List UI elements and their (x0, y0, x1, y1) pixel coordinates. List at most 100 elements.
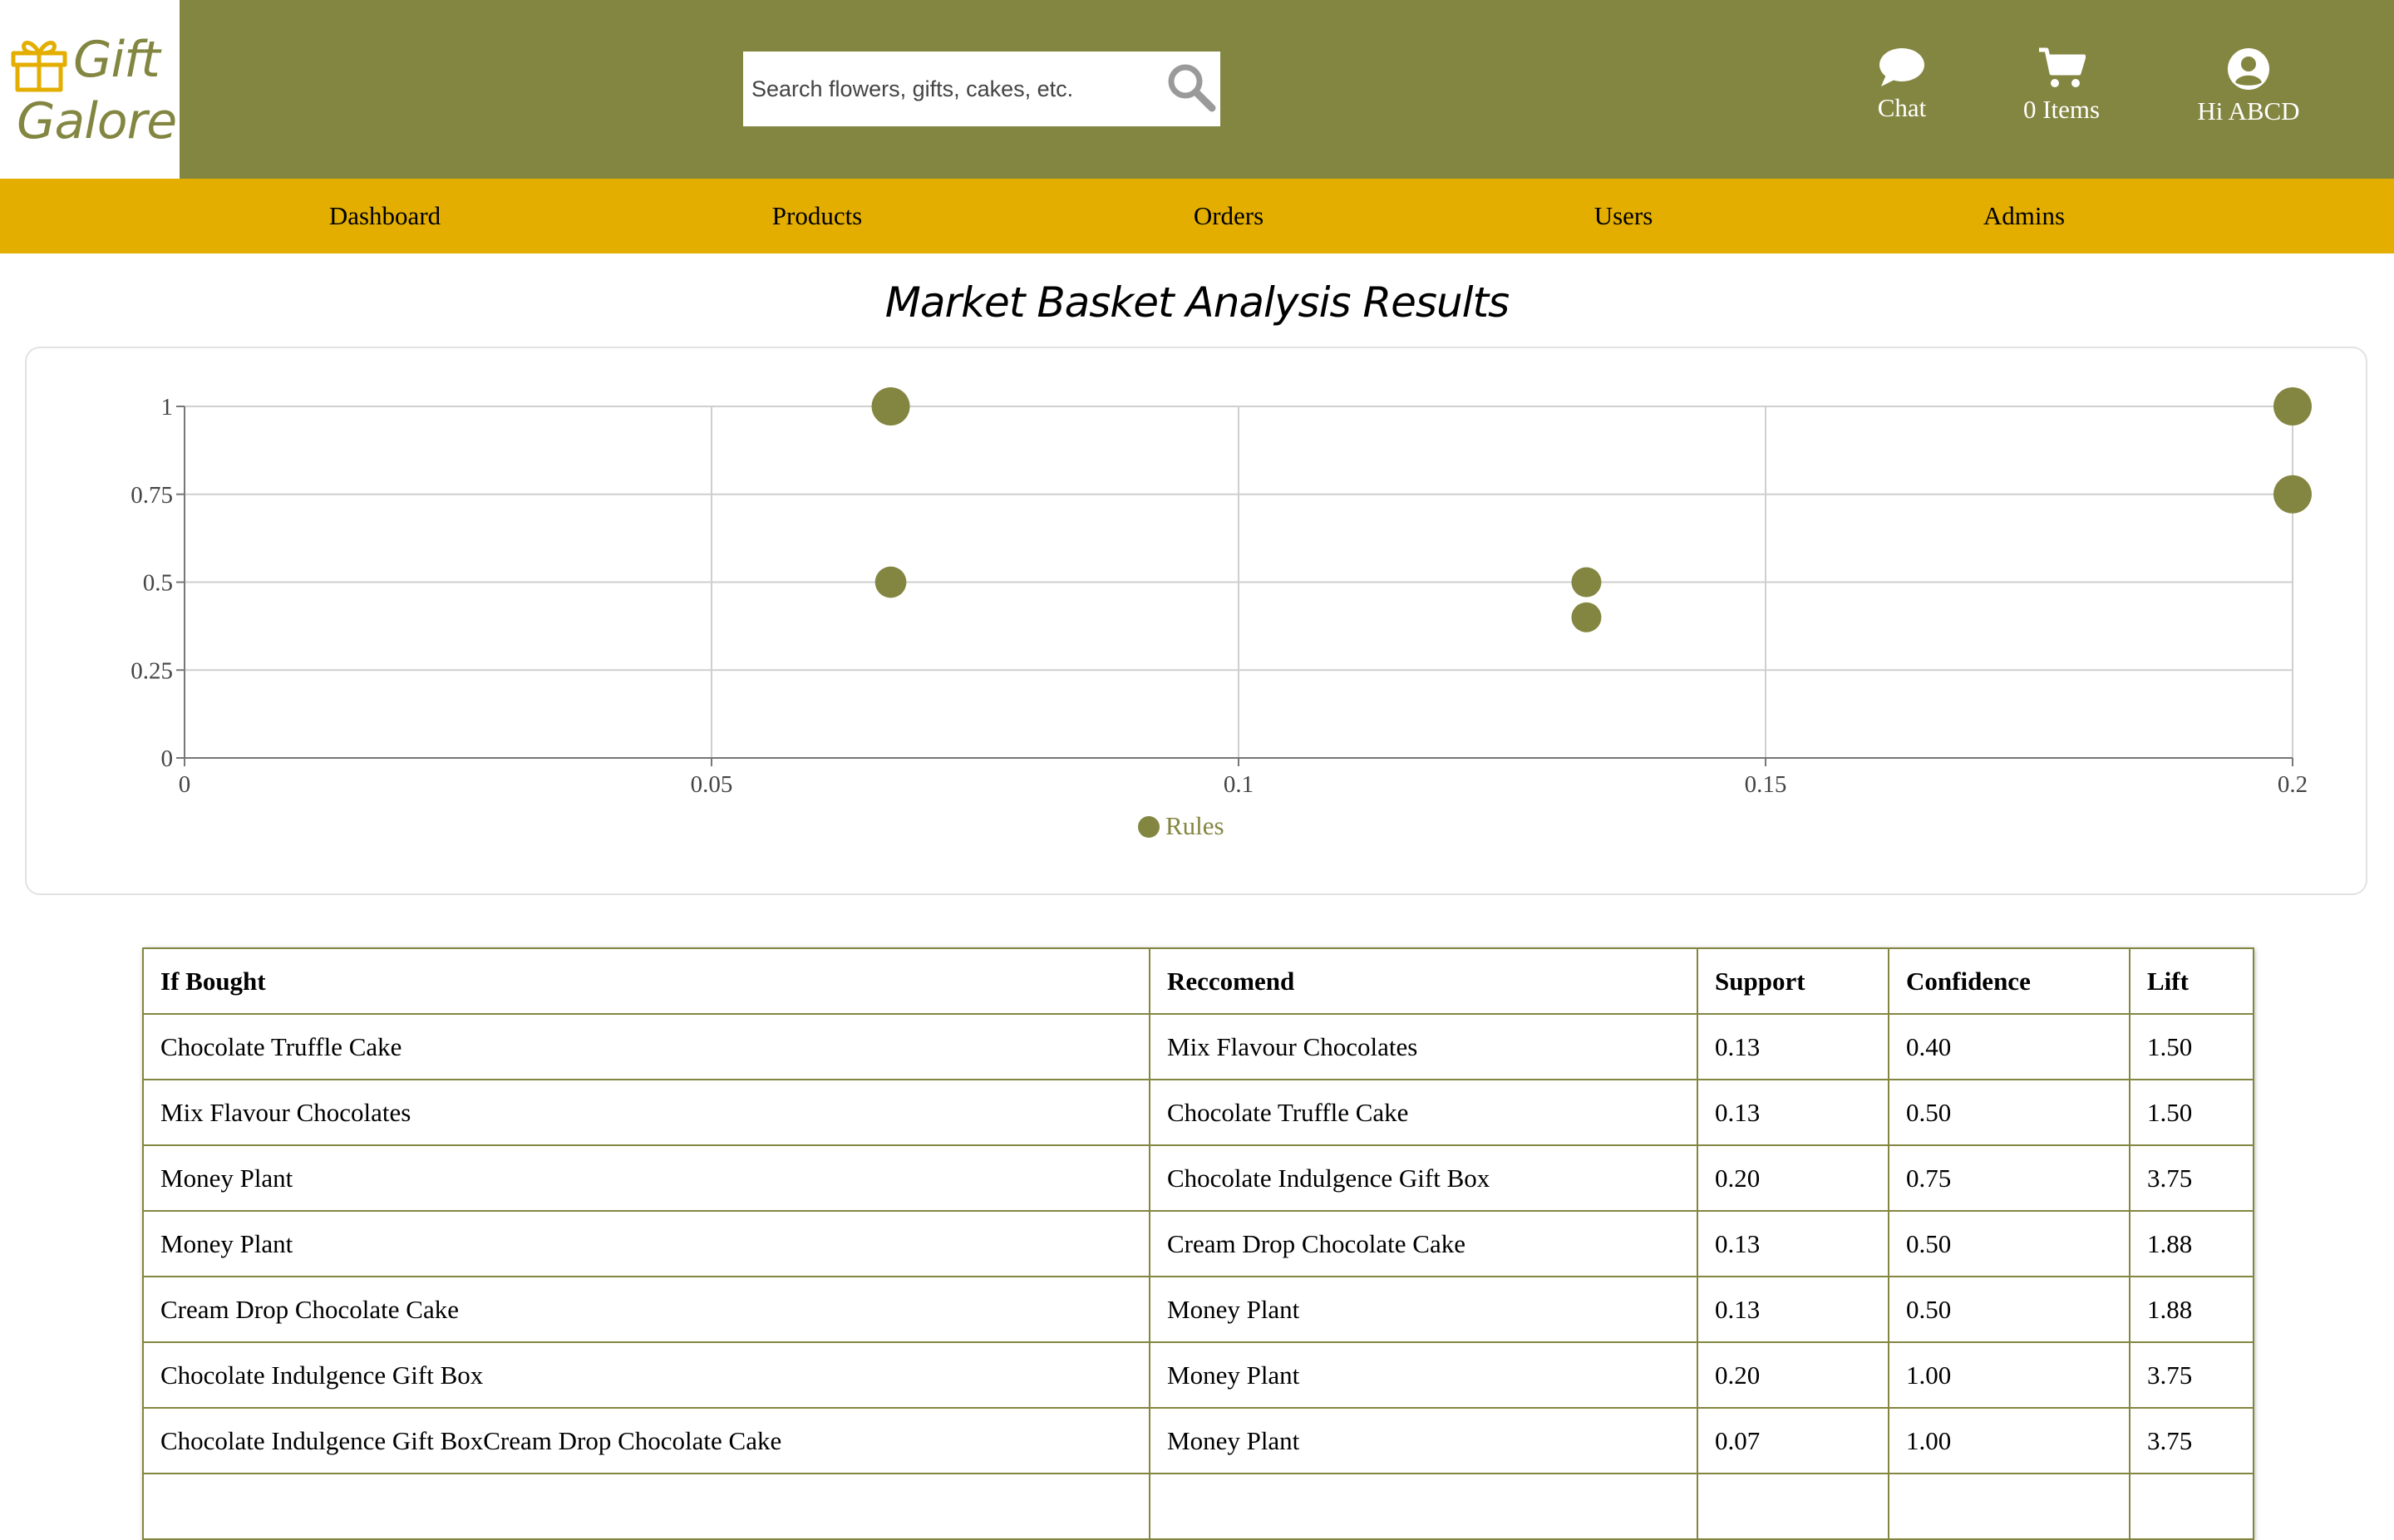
cell-recommend: Money Plant (1149, 1276, 1698, 1343)
data-point (2273, 387, 2312, 426)
header-if-bought: If Bought (142, 947, 1150, 1015)
cell-lift: 3.75 (2129, 1407, 2254, 1474)
chat-button[interactable]: Chat (1869, 47, 1935, 123)
rules-table: If Bought Reccomend Support Confidence L… (142, 947, 2254, 1540)
user-icon (2228, 48, 2269, 90)
cell-recommend: Money Plant (1149, 1407, 1698, 1474)
x-tick-label: 0.1 (1224, 771, 1254, 798)
legend-marker (1138, 816, 1160, 838)
cell-if-bought: Money Plant (142, 1144, 1150, 1212)
logo-text-line2: Galore (17, 92, 177, 150)
cell-recommend (1149, 1473, 1698, 1540)
table-row: Money Plant Chocolate Indulgence Gift Box… (142, 1144, 2254, 1212)
cell-confidence: 1.00 (1888, 1407, 2130, 1474)
cell-if-bought: Cream Drop Chocolate Cake (142, 1276, 1150, 1343)
nav-item-users[interactable]: Users (1594, 179, 1653, 253)
cell-if-bought: Chocolate Indulgence Gift BoxCream Drop … (142, 1407, 1150, 1474)
cell-if-bought: Chocolate Indulgence Gift Box (142, 1341, 1150, 1409)
cell-recommend: Chocolate Truffle Cake (1149, 1079, 1698, 1146)
cell-lift: 1.50 (2129, 1013, 2254, 1080)
nav-item-admins[interactable]: Admins (1983, 179, 2065, 253)
search-input[interactable] (743, 52, 1142, 126)
cell-lift: 1.50 (2129, 1079, 2254, 1146)
x-tick-label: 0 (179, 771, 191, 798)
main-nav: Dashboard Products Orders Users Admins (0, 179, 2394, 253)
cell-lift: 3.75 (2129, 1144, 2254, 1212)
cell-support: 0.13 (1697, 1210, 1889, 1277)
cell-support: 0.20 (1697, 1341, 1889, 1409)
cell-confidence (1888, 1473, 2130, 1540)
scatter-chart: 0 0.25 0.5 0.75 1 0 0.05 0.1 0.15 0.2 Rules (131, 387, 2312, 840)
cell-if-bought: Chocolate Truffle Cake (142, 1013, 1150, 1080)
cell-support: 0.13 (1697, 1276, 1889, 1343)
cell-if-bought: Money Plant (142, 1210, 1150, 1277)
cell-support: 0.20 (1697, 1144, 1889, 1212)
header-recommend: Reccomend (1149, 947, 1698, 1015)
cart-label: 0 Items (2022, 95, 2101, 124)
cell-recommend: Cream Drop Chocolate Cake (1149, 1210, 1698, 1277)
header-confidence: Confidence (1888, 947, 2130, 1015)
cell-confidence: 0.40 (1888, 1013, 2130, 1080)
table-row: Money Plant Cream Drop Chocolate Cake 0.13… (142, 1210, 2254, 1277)
data-point (2273, 475, 2312, 514)
x-tick-label: 0.2 (2278, 771, 2308, 798)
table-row: Cream Drop Chocolate Cake Money Plant 0.13… (142, 1276, 2254, 1343)
cell-recommend: Money Plant (1149, 1341, 1698, 1409)
cell-confidence: 0.50 (1888, 1210, 2130, 1277)
cell-recommend: Mix Flavour Chocolates (1149, 1013, 1698, 1080)
table-row: Mix Flavour Chocolates Chocolate Truffle … (142, 1079, 2254, 1146)
table-row (142, 1473, 2254, 1540)
chat-icon (1879, 48, 1924, 86)
y-tick-label: 0.75 (131, 482, 173, 509)
nav-item-dashboard[interactable]: Dashboard (329, 179, 441, 253)
cell-lift: 1.88 (2129, 1276, 2254, 1343)
cart-button[interactable]: 0 Items (2003, 47, 2120, 125)
cell-lift (2129, 1473, 2254, 1540)
cell-confidence: 0.75 (1888, 1144, 2130, 1212)
chat-label: Chat (1877, 93, 1927, 122)
data-point (874, 566, 907, 598)
cell-support (1697, 1473, 1889, 1540)
cell-support: 0.13 (1697, 1013, 1889, 1080)
y-tick-label: 1 (161, 394, 174, 421)
cell-lift: 3.75 (2129, 1341, 2254, 1409)
cell-confidence: 1.00 (1888, 1341, 2130, 1409)
top-header: Gift Galore Chat 0 Items Hi ABCD (0, 0, 2394, 179)
rules-table-container: If Bought Reccomend Support Confidence L… (142, 947, 2254, 1540)
gift-icon (11, 41, 67, 92)
rules-table-body: Chocolate Truffle Cake Mix Flavour Chocol… (142, 1013, 2254, 1540)
search-icon[interactable] (1165, 62, 1217, 113)
data-point (1571, 567, 1602, 598)
cell-if-bought: Mix Flavour Chocolates (142, 1079, 1150, 1146)
cell-confidence: 0.50 (1888, 1079, 2130, 1146)
data-point (871, 387, 910, 426)
chart-card: 0 0.25 0.5 0.75 1 0 0.05 0.1 0.15 0.2 Rules (25, 347, 2367, 895)
table-row: Chocolate Truffle Cake Mix Flavour Chocol… (142, 1013, 2254, 1080)
table-row: Chocolate Indulgence Gift Box Money Plant… (142, 1341, 2254, 1409)
logo[interactable]: Gift Galore (0, 0, 180, 179)
cell-support: 0.07 (1697, 1407, 1889, 1474)
legend-label: Rules (1165, 811, 1224, 840)
nav-item-orders[interactable]: Orders (1194, 179, 1264, 253)
page-title: Market Basket Analysis Results (884, 278, 1510, 327)
y-tick-label: 0.25 (131, 657, 173, 684)
data-point (1571, 602, 1602, 632)
x-tick-label: 0.15 (1745, 771, 1787, 798)
cell-lift: 1.88 (2129, 1210, 2254, 1277)
cell-support: 0.13 (1697, 1079, 1889, 1146)
nav-item-products[interactable]: Products (772, 179, 863, 253)
search-box (743, 52, 1220, 126)
user-greeting: Hi ABCD (2197, 96, 2300, 125)
cell-recommend: Chocolate Indulgence Gift Box (1149, 1144, 1698, 1212)
table-row: Chocolate Indulgence Gift BoxCream Drop … (142, 1407, 2254, 1474)
table-header-row: If Bought Reccomend Support Confidence L… (142, 947, 2254, 1015)
cart-icon (2039, 47, 2086, 87)
header-support: Support (1697, 947, 1889, 1015)
cell-confidence: 0.50 (1888, 1276, 2130, 1343)
x-tick-label: 0.05 (691, 771, 733, 798)
y-tick-label: 0 (161, 745, 174, 772)
header-lift: Lift (2129, 947, 2254, 1015)
cell-if-bought (142, 1473, 1150, 1540)
user-account-button[interactable]: Hi ABCD (2178, 47, 2319, 126)
y-tick-label: 0.5 (143, 570, 173, 597)
